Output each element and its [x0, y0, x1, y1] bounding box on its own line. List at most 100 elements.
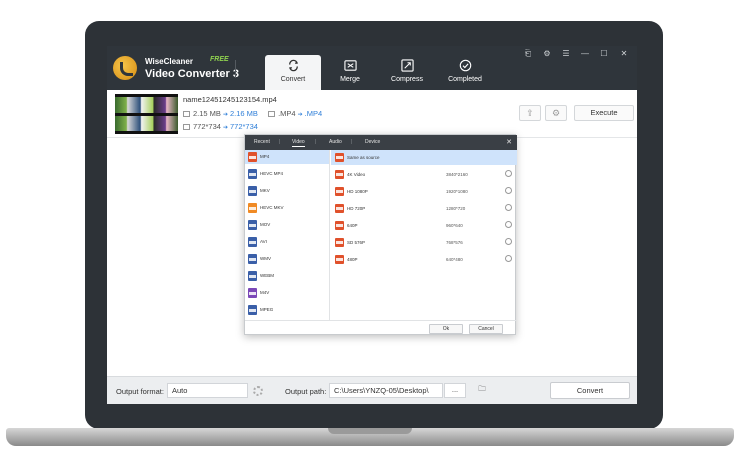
mov-file-icon: [248, 220, 257, 230]
format-from: .MP4: [278, 109, 296, 118]
minimize-icon[interactable]: —: [579, 49, 591, 58]
tab-convert-label: Convert: [280, 76, 306, 83]
browse-button[interactable]: ...: [444, 383, 466, 398]
resolution-item-same-as-source[interactable]: Same as source: [331, 150, 517, 165]
folder-icon: 🗀: [478, 384, 486, 393]
header-divider: [235, 60, 236, 78]
tab-completed[interactable]: Completed: [437, 55, 493, 90]
hevc-mp4-file-icon: [248, 169, 257, 179]
tab-compress[interactable]: Compress: [379, 55, 435, 90]
format-label: M4V: [260, 290, 270, 295]
dialog-footer: Ok Cancel: [245, 320, 517, 336]
resolution-item-640p[interactable]: 640P 960*640: [331, 218, 517, 233]
dialog-close-icon[interactable]: ✕: [506, 138, 512, 146]
format-item-avi[interactable]: AVI: [245, 235, 329, 249]
res-from: 772*734: [193, 122, 221, 131]
format-label: MOV: [260, 222, 271, 227]
output-path-field[interactable]: C:\Users\YNZQ-05\Desktop\: [329, 383, 443, 398]
output-path-label: Output path:: [285, 387, 327, 396]
dialog-tab-recent[interactable]: Recent: [254, 139, 270, 145]
avi-file-icon: [248, 237, 257, 247]
tab-convert[interactable]: Convert: [265, 55, 321, 90]
format-item-hevc-mkv[interactable]: HEVC MKV: [245, 201, 329, 215]
format-item-mp4[interactable]: MP4: [245, 150, 329, 164]
edit-icon[interactable]: [505, 204, 512, 211]
video-file-icon: [335, 204, 344, 213]
open-folder-button[interactable]: 🗀: [471, 383, 493, 398]
app-logo-icon: [113, 56, 137, 80]
maximize-icon[interactable]: ☐: [598, 49, 610, 58]
size-from: 2.15 MB: [193, 109, 221, 118]
close-icon[interactable]: ✕: [618, 49, 630, 58]
completed-icon: [459, 59, 471, 72]
resolution-item-480p[interactable]: 480P 640*480: [331, 252, 517, 267]
dialog-tabs: Recent | Video | Audio | Device ✕: [245, 135, 517, 150]
app-header: WiseCleaner FREE Video Converter 3 Conve…: [107, 46, 637, 90]
format-item-hevc-mp4[interactable]: HEVC MP4: [245, 167, 329, 181]
merge-icon: [343, 60, 357, 71]
tab-separator: |: [279, 139, 281, 145]
format-label: MPEG: [260, 307, 274, 312]
edit-icon[interactable]: [505, 238, 512, 245]
webm-file-icon: [248, 271, 257, 281]
dialog-tab-video[interactable]: Video: [292, 139, 305, 147]
cancel-button[interactable]: Cancel: [469, 324, 503, 334]
edit-icon[interactable]: [505, 170, 512, 177]
app-window: WiseCleaner FREE Video Converter 3 Conve…: [107, 46, 637, 404]
resolution-dims: 1280*720: [446, 206, 466, 211]
tab-separator: |: [351, 139, 353, 145]
resolution-label: Same as source: [347, 155, 380, 160]
resolution-dims: 1920*1080: [446, 189, 468, 194]
format-item-wmv[interactable]: WMV: [245, 252, 329, 266]
edit-icon[interactable]: [505, 255, 512, 262]
resolution-item-hd-720p[interactable]: HD 720P 1280*720: [331, 201, 517, 216]
edit-icon[interactable]: [505, 187, 512, 194]
format-list: MP4 HEVC MP4 MKV HEVC MKV MOV AVI WMV WE…: [245, 150, 330, 320]
resolution-item-sd-576p[interactable]: SD 576P 768*576: [331, 235, 517, 250]
edit-icon[interactable]: [505, 221, 512, 228]
laptop-notch: [328, 428, 412, 434]
export-button[interactable]: ⇪: [519, 105, 541, 121]
thumbnail-strip: [115, 94, 178, 97]
convert-icon: [288, 59, 298, 72]
video-thumbnail: [115, 94, 178, 134]
format-label: HEVC MP4: [260, 171, 284, 176]
tab-merge[interactable]: Merge: [322, 55, 378, 90]
pin-icon[interactable]: ⎗: [522, 49, 534, 59]
size-to: 2.16 MB: [229, 109, 258, 118]
mkv-file-icon: [248, 186, 257, 196]
settings-icon[interactable]: ⚙: [541, 49, 553, 58]
format-item-webm[interactable]: WEBM: [245, 269, 329, 283]
format-label: AVI: [260, 239, 267, 244]
execute-button[interactable]: Execute: [574, 105, 634, 121]
resolution-label: 480P: [347, 257, 358, 262]
output-format-select[interactable]: Auto: [167, 383, 248, 398]
ok-button[interactable]: Ok: [429, 324, 463, 334]
resolution-label: 4K Video: [347, 172, 366, 177]
file-resolution-row: 772*734 ➔ 772*734: [183, 122, 258, 131]
resolution-label: SD 576P: [347, 240, 366, 245]
dialog-tab-device[interactable]: Device: [365, 139, 380, 145]
size-icon: [183, 111, 190, 117]
resolution-dims: 640*480: [446, 257, 463, 262]
resolution-item-4k[interactable]: 4K Video 3840*2160: [331, 167, 517, 182]
file-size-row: 2.15 MB ➔ 2.16 MB .MP4 ➔ .MP4: [183, 109, 322, 118]
res-to: 772*734: [229, 122, 258, 131]
format-dialog: Recent | Video | Audio | Device ✕ MP4 HE…: [244, 134, 517, 336]
arrow-icon: ➔: [222, 125, 228, 131]
mp4-file-icon: [248, 152, 257, 162]
file-settings-button[interactable]: ⚙: [545, 105, 567, 121]
menu-icon[interactable]: ☰: [560, 49, 572, 58]
format-item-mpeg[interactable]: MPEG: [245, 303, 329, 317]
thumbnail-strip: [115, 113, 178, 116]
format-item-mov[interactable]: MOV: [245, 218, 329, 232]
format-item-m4v[interactable]: M4V: [245, 286, 329, 300]
resolution-label: 640P: [347, 223, 358, 228]
format-label: HEVC MKV: [260, 205, 284, 210]
format-item-mkv[interactable]: MKV: [245, 184, 329, 198]
output-format-label: Output format:: [116, 387, 164, 396]
dialog-tab-audio[interactable]: Audio: [329, 139, 342, 145]
resolution-item-hd-1080p[interactable]: HD 1080P 1920*1080: [331, 184, 517, 199]
format-settings-icon[interactable]: [253, 386, 263, 396]
convert-button[interactable]: Convert: [550, 382, 630, 399]
